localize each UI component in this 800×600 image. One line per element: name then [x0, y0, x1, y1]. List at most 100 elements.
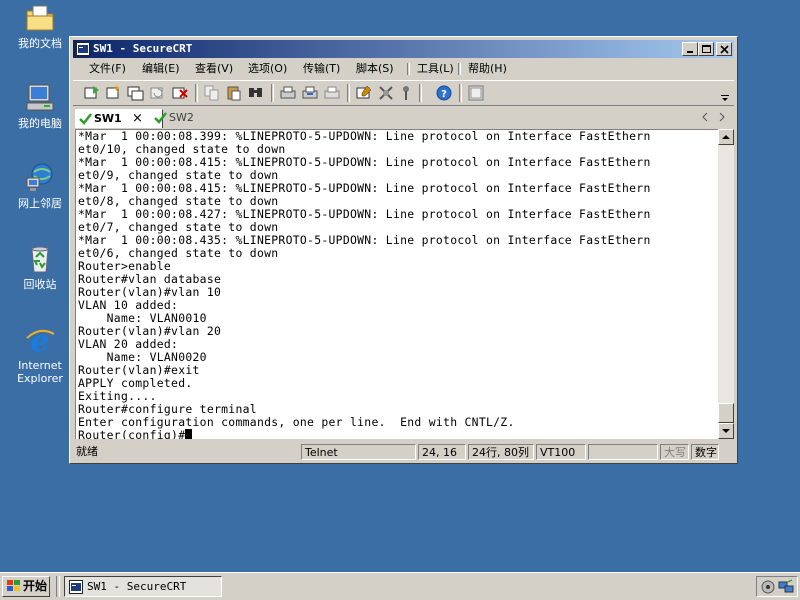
- network-status-icon[interactable]: [778, 579, 794, 595]
- connected-check-icon: [154, 112, 167, 124]
- toolbar-separator: [195, 84, 198, 102]
- maximize-icon: [702, 45, 711, 53]
- menu-edit[interactable]: 编辑(E): [140, 60, 182, 78]
- global-options-icon[interactable]: [377, 84, 395, 102]
- taskbar-item-label: SW1 - SecureCRT: [87, 580, 187, 593]
- toolbar-separator: [459, 84, 462, 102]
- securecrt-app-icon: [69, 580, 83, 594]
- desktop-icon-label: 网上邻居: [18, 197, 62, 210]
- menu-file[interactable]: 文件(F): [87, 60, 128, 78]
- status-ready: 就绪: [76, 445, 98, 458]
- tab-sw1[interactable]: SW1 ×: [75, 109, 163, 128]
- scroll-thumb[interactable]: [718, 403, 734, 423]
- copy-icon[interactable]: [203, 84, 221, 102]
- print-icon[interactable]: [279, 84, 297, 102]
- toolbar-separator: [419, 84, 422, 102]
- status-num-lock: 数字: [691, 444, 719, 460]
- tab-close-icon[interactable]: ×: [132, 110, 143, 128]
- volume-icon[interactable]: [760, 579, 776, 595]
- taskbar-item-securecrt[interactable]: SW1 - SecureCRT: [64, 576, 222, 597]
- menu-tools[interactable]: 工具(L): [415, 60, 456, 78]
- menu-separator: [407, 63, 410, 75]
- connect-icon[interactable]: [83, 84, 101, 102]
- desktop-icon-label: Internet Explorer: [17, 359, 63, 385]
- system-tray: [756, 576, 798, 597]
- scroll-up-button[interactable]: [718, 129, 734, 145]
- session-options-icon[interactable]: [355, 84, 373, 102]
- toolbar-separator: [347, 84, 350, 102]
- terminal-output[interactable]: *Mar 1 00:00:08.399: %LINEPROTO-5-UPDOWN…: [75, 129, 718, 439]
- find-icon[interactable]: [247, 84, 265, 102]
- maximize-button[interactable]: [698, 42, 714, 56]
- print-selection-icon[interactable]: [301, 84, 319, 102]
- terminal-line: APPLY completed.: [78, 376, 193, 390]
- paste-icon[interactable]: [225, 84, 243, 102]
- minimize-icon: [687, 51, 693, 53]
- menu-transfer[interactable]: 传输(T): [301, 60, 342, 78]
- computer-icon: [26, 84, 54, 111]
- securecrt-app-icon: [76, 42, 90, 56]
- screen-icon[interactable]: [467, 84, 485, 102]
- securecrt-window: SW1 - SecureCRT 文件(F) 编辑(E) 查看(V) 选项(O) …: [69, 36, 738, 464]
- keymap-icon[interactable]: [397, 84, 415, 102]
- status-protocol: Telnet: [301, 444, 416, 460]
- terminal-prompt: Router(config)#: [78, 428, 186, 440]
- desktop-icon-label: 回收站: [23, 278, 57, 291]
- text-cursor: [185, 429, 193, 439]
- connect-in-tab-icon[interactable]: [127, 84, 145, 102]
- menu-options[interactable]: 选项(O): [246, 60, 289, 78]
- menu-bar: 文件(F) 编辑(E) 查看(V) 选项(O) 传输(T) 脚本(S) 工具(L…: [73, 60, 734, 78]
- desktop-icon-my-documents[interactable]: 我的文档: [8, 2, 72, 50]
- recycle-bin-icon: [31, 246, 49, 273]
- status-cursor-position: 24, 16: [418, 444, 466, 460]
- arrow-down-icon: [722, 429, 730, 433]
- menu-script[interactable]: 脚本(S): [354, 60, 396, 78]
- desktop-icon-recycle-bin[interactable]: 回收站: [8, 243, 72, 291]
- print-setup-icon[interactable]: [323, 84, 341, 102]
- desktop-icon-my-computer[interactable]: 我的电脑: [8, 82, 72, 130]
- menu-view[interactable]: 查看(V): [193, 60, 235, 78]
- network-icon: [26, 163, 53, 191]
- start-button[interactable]: 开始: [2, 576, 50, 597]
- disconnect-icon[interactable]: [171, 84, 189, 102]
- terminal-prompt-line: Router(config)#: [78, 429, 718, 439]
- taskbar: 开始 SW1 - SecureCRT: [0, 572, 800, 600]
- close-button[interactable]: [716, 42, 732, 56]
- connected-check-icon: [79, 113, 92, 125]
- help-icon[interactable]: ?: [435, 84, 453, 102]
- terminal-line: et0/6, changed state to down: [78, 246, 279, 260]
- close-icon: [720, 45, 729, 54]
- quick-connect-icon[interactable]: [105, 84, 123, 102]
- folder-icon: [26, 5, 54, 31]
- svg-text:?: ?: [441, 89, 447, 100]
- status-caps-lock: 大写: [660, 444, 689, 460]
- tab-scroll-left-icon[interactable]: [701, 112, 709, 122]
- desktop-icon-network[interactable]: 网上邻居: [8, 162, 72, 210]
- windows-flag-icon: [7, 580, 20, 591]
- menu-separator: [458, 63, 461, 75]
- minimize-button[interactable]: [682, 42, 698, 56]
- taskbar-separator: [56, 576, 60, 597]
- desktop-icon-label: 我的文档: [18, 37, 62, 50]
- reconnect-icon[interactable]: [149, 84, 167, 102]
- status-dimensions: 24行, 80列: [468, 444, 534, 460]
- status-emulation: VT100: [536, 444, 586, 460]
- menu-help[interactable]: 帮助(H): [466, 60, 509, 78]
- status-bar: 就绪 Telnet 24, 16 24行, 80列 VT100 大写 数字: [73, 443, 734, 461]
- desktop-icon-label: 我的电脑: [18, 117, 62, 130]
- scroll-down-button[interactable]: [718, 423, 734, 439]
- desktop-icon-internet-explorer[interactable]: e Internet Explorer: [8, 324, 72, 385]
- start-label: 开始: [23, 579, 48, 593]
- tab-scroll-right-icon[interactable]: [718, 112, 726, 122]
- session-tabs: SW1 × SW2: [73, 108, 734, 128]
- tab-sw2[interactable]: SW2: [151, 109, 219, 127]
- arrow-up-icon: [722, 135, 730, 139]
- toolbar-overflow-icon[interactable]: [721, 95, 729, 103]
- toolbar: ?: [73, 80, 734, 106]
- title-bar[interactable]: SW1 - SecureCRT: [73, 40, 734, 58]
- status-blank: [588, 444, 658, 460]
- toolbar-separator: [271, 84, 274, 102]
- tab-label: SW2: [169, 111, 194, 124]
- window-title: SW1 - SecureCRT: [93, 42, 193, 55]
- terminal-scrollbar[interactable]: [718, 129, 734, 439]
